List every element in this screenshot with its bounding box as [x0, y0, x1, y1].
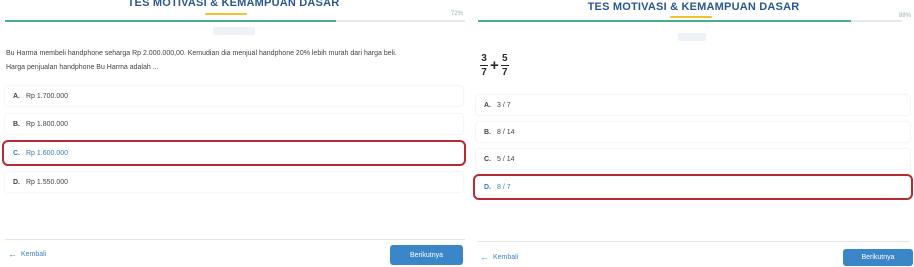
option-text: Rp 1.550.000 — [26, 178, 69, 186]
numerator: 5 — [501, 53, 508, 64]
math-expression: 3 7 + 5 7 — [480, 53, 509, 78]
back-link[interactable]: ← Kembali — [480, 252, 518, 262]
fraction-bar — [480, 65, 488, 66]
option-a[interactable]: A. Rp 1.700.000 — [5, 86, 463, 106]
option-text: 5 / 14 — [497, 155, 515, 163]
denominator: 7 — [481, 67, 487, 78]
option-letter: B. — [13, 120, 20, 128]
progress-percent: 72% — [451, 11, 464, 17]
option-letter: D. — [13, 178, 20, 186]
progress-bar — [5, 20, 465, 22]
progress-fill — [5, 20, 337, 22]
title-underline — [205, 13, 247, 15]
arrow-left-icon: ← — [480, 252, 489, 262]
option-letter: D. — [484, 183, 491, 191]
question-text: Bu Harma membeli handphone seharga Rp 2.… — [6, 47, 464, 75]
question-number-placeholder — [213, 27, 255, 35]
option-a[interactable]: A. 3 / 7 — [476, 95, 910, 115]
option-letter: A. — [13, 92, 20, 100]
option-letter: B. — [484, 128, 491, 136]
left-test-panel: TES MOTIVASI & KEMAMPUAN DASAR 72% Bu Ha… — [0, 0, 467, 267]
option-letter: C. — [13, 149, 20, 157]
option-c[interactable]: C. 5 / 14 — [476, 149, 910, 169]
title-underline — [670, 16, 712, 18]
footer-divider — [478, 241, 910, 242]
next-button[interactable]: Berikutnya — [390, 245, 463, 265]
progress-bar — [478, 20, 902, 22]
option-text: 8 / 7 — [497, 183, 511, 191]
question-number-placeholder — [678, 33, 706, 41]
plus-operator: + — [490, 57, 499, 74]
back-label: Kembali — [493, 253, 519, 261]
arrow-left-icon: ← — [8, 249, 17, 259]
fraction-right: 5 7 — [500, 53, 509, 78]
question-line-1: Bu Harma membeli handphone seharga Rp 2.… — [6, 50, 397, 57]
denominator: 7 — [501, 67, 508, 78]
option-d[interactable]: D. 8 / 7 — [473, 174, 913, 200]
next-button[interactable]: Berikutnya — [843, 249, 913, 266]
option-text: Rp 1.700.000 — [26, 92, 69, 100]
option-c[interactable]: C. Rp 1.600.000 — [2, 140, 466, 166]
back-label: Kembali — [21, 250, 47, 258]
option-text: Rp 1.600.000 — [26, 149, 69, 157]
progress-fill — [478, 20, 852, 22]
fraction-bar — [500, 65, 509, 66]
page-title: TES MOTIVASI & KEMAMPUAN DASAR — [127, 0, 340, 9]
footer-divider — [5, 239, 465, 240]
option-text: 3 / 7 — [497, 101, 511, 109]
option-text: Rp 1.800.000 — [26, 120, 69, 128]
option-d[interactable]: D. Rp 1.550.000 — [5, 172, 463, 192]
option-b[interactable]: B. Rp 1.800.000 — [5, 114, 463, 134]
option-letter: C. — [484, 155, 491, 163]
option-b[interactable]: B. 8 / 14 — [476, 122, 910, 142]
option-text: 8 / 14 — [497, 128, 515, 136]
back-link[interactable]: ← Kembali — [8, 249, 46, 259]
numerator: 3 — [481, 53, 487, 64]
option-letter: A. — [484, 101, 491, 109]
question-line-2: Harga penjualan handphone Bu Harma adala… — [6, 64, 159, 71]
right-test-panel: TES MOTIVASI & KEMAMPUAN DASAR 88% 3 7 +… — [473, 0, 914, 267]
page-title: TES MOTIVASI & KEMAMPUAN DASAR — [587, 1, 800, 13]
fraction-left: 3 7 — [480, 53, 488, 78]
progress-percent: 88% — [899, 13, 912, 19]
